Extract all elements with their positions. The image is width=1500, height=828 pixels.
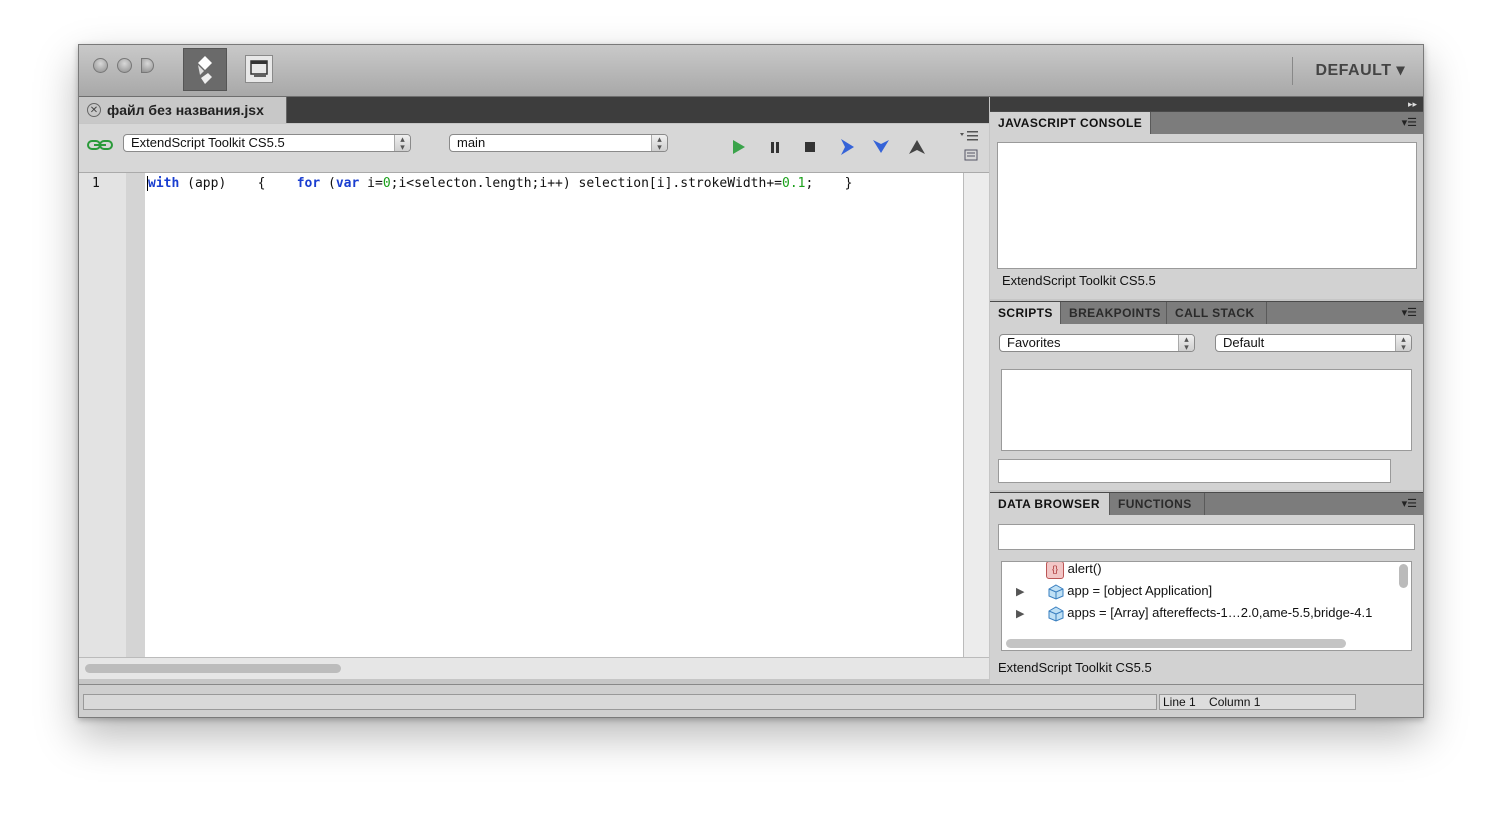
- target-app-value: ExtendScript Toolkit CS5.5: [131, 135, 285, 150]
- tab-call-stack[interactable]: CALL STACK: [1167, 302, 1267, 324]
- chevron-updown-icon: ▴ ▾: [394, 135, 410, 152]
- engine-select[interactable]: main ▴ ▾: [449, 134, 668, 152]
- panel-menu-icon[interactable]: ▾☰: [1402, 497, 1417, 510]
- tab-breakpoints[interactable]: BREAKPOINTS: [1061, 302, 1167, 324]
- panel-dock-header: ▸▸: [990, 97, 1423, 111]
- javascript-console-panel: JAVASCRIPT CONSOLE ▾☰ ExtendScript Toolk…: [990, 111, 1423, 299]
- status-line: Line 1: [1163, 695, 1196, 709]
- line-number-gutter: 1: [79, 173, 126, 657]
- object-icon: [1048, 583, 1064, 600]
- tree-vertical-scrollbar[interactable]: [1399, 564, 1408, 588]
- options-icon[interactable]: [964, 149, 978, 161]
- close-tab-icon[interactable]: ✕: [87, 103, 101, 117]
- chevron-updown-icon: ▴ ▾: [1178, 335, 1194, 352]
- status-message-field: [83, 694, 1157, 710]
- tree-horizontal-scrollbar[interactable]: [1006, 639, 1346, 648]
- code-token: ; }: [805, 176, 853, 191]
- code-token: var: [335, 176, 360, 191]
- step-out-icon[interactable]: [907, 137, 927, 157]
- window-mode-button[interactable]: [245, 55, 273, 83]
- window-icon: [250, 60, 268, 77]
- data-tabs: DATA BROWSER FUNCTIONS ▾☰: [990, 492, 1423, 515]
- scripts-panel: SCRIPTS BREAKPOINTS CALL STACK ▾☰ Favori…: [990, 301, 1423, 490]
- console-tabs: JAVASCRIPT CONSOLE ▾☰: [990, 111, 1423, 134]
- extendscript-logo-icon: [198, 56, 212, 84]
- code-token: for: [296, 176, 321, 191]
- code-token: 0.1: [782, 176, 806, 191]
- editor-vertical-scrollbar[interactable]: [963, 173, 989, 657]
- step-over-icon[interactable]: [837, 137, 857, 157]
- editor-horizontal-scrollbar[interactable]: [79, 657, 989, 679]
- data-browser-panel: DATA BROWSER FUNCTIONS ▾☰ {} alert() ▶ a…: [990, 492, 1423, 684]
- cursor-position: Line 1 Column 1: [1159, 694, 1356, 710]
- tab-scripts[interactable]: SCRIPTS: [990, 302, 1061, 324]
- target-app-select[interactable]: ExtendScript Toolkit CS5.5 ▴ ▾: [123, 134, 411, 152]
- code-token: with: [148, 176, 180, 191]
- step-into-icon[interactable]: [871, 137, 891, 157]
- tree-row-label: app = [object Application]: [1067, 583, 1213, 598]
- code-token: ;i<selecton.length;i++) selection[i].str…: [390, 176, 782, 191]
- favorites-select[interactable]: Favorites ▴ ▾: [999, 334, 1195, 352]
- tab-javascript-console[interactable]: JAVASCRIPT CONSOLE: [990, 112, 1152, 134]
- code-token: i=: [359, 176, 383, 191]
- chevron-updown-icon: ▴ ▾: [1395, 335, 1411, 352]
- data-tree[interactable]: {} alert() ▶ app = [object Application] …: [1001, 561, 1412, 651]
- code-token: (app) {: [179, 176, 297, 191]
- code-token: 0: [382, 176, 391, 191]
- code-token: (: [320, 176, 336, 191]
- data-browser-status: ExtendScript Toolkit CS5.5: [998, 660, 1152, 675]
- status-column: Column 1: [1209, 695, 1261, 709]
- code-line[interactable]: with (app) { for (var i=0;i<selecton.len…: [147, 174, 852, 194]
- app-logo-button[interactable]: [183, 48, 227, 91]
- console-output[interactable]: [997, 142, 1417, 269]
- console-status: ExtendScript Toolkit CS5.5: [1002, 273, 1156, 288]
- default-value: Default: [1223, 335, 1265, 350]
- document-tab-strip: ✕ файл без названия.jsx: [79, 97, 989, 123]
- scripts-list[interactable]: [1001, 369, 1412, 451]
- favorites-value: Favorites: [1007, 335, 1061, 350]
- close-window-button[interactable]: [93, 58, 108, 73]
- tab-data-browser[interactable]: DATA BROWSER: [990, 493, 1110, 515]
- function-icon: {}: [1046, 562, 1064, 579]
- app-window: DEFAULT ▾ ✕ файл без названия.jsx Extend…: [78, 44, 1424, 718]
- stop-icon[interactable]: [801, 138, 819, 156]
- status-bar: Line 1 Column 1: [79, 684, 1423, 717]
- workspace-divider: [1292, 57, 1293, 85]
- chevron-updown-icon: ▴ ▾: [651, 135, 667, 152]
- pause-icon[interactable]: [766, 138, 784, 156]
- minimize-window-button[interactable]: [117, 58, 132, 73]
- run-icon[interactable]: [729, 138, 747, 156]
- scrollbar-thumb[interactable]: [85, 664, 341, 673]
- tab-functions[interactable]: FUNCTIONS: [1110, 493, 1205, 515]
- breakpoint-margin[interactable]: [126, 173, 145, 657]
- document-filename: файл без названия.jsx: [107, 102, 264, 118]
- zoom-window-button[interactable]: [141, 58, 154, 73]
- scripts-tabs: SCRIPTS BREAKPOINTS CALL STACK ▾☰: [990, 301, 1423, 324]
- tree-row-label: apps = [Array] aftereffects-1…2.0,ame-5.…: [1067, 605, 1373, 620]
- engine-value: main: [457, 135, 486, 150]
- code-editor[interactable]: with (app) { for (var i=0;i<selecton.len…: [145, 173, 963, 657]
- scripts-filter-input[interactable]: [998, 459, 1391, 483]
- panel-menu-icon[interactable]: ▾☰: [1402, 306, 1417, 319]
- default-select[interactable]: Default ▴ ▾: [1215, 334, 1412, 352]
- editor-toolbar: ExtendScript Toolkit CS5.5 ▴ ▾ main ▴ ▾: [79, 124, 989, 173]
- title-bar: DEFAULT ▾: [79, 45, 1423, 97]
- panel-menu-icon[interactable]: [959, 130, 979, 142]
- link-icon[interactable]: [87, 138, 113, 152]
- tree-row-label: alert(): [1067, 561, 1102, 576]
- document-tab[interactable]: ✕ файл без названия.jsx: [79, 97, 287, 123]
- tree-row[interactable]: {} alert(): [1046, 561, 1102, 579]
- expand-triangle-icon[interactable]: ▶: [1016, 582, 1034, 602]
- collapse-panels-icon[interactable]: ▸▸: [1408, 97, 1417, 111]
- tree-row[interactable]: ▶ apps = [Array] aftereffects-1…2.0,ame-…: [1016, 603, 1372, 623]
- panel-menu-icon[interactable]: ▾☰: [1402, 116, 1417, 129]
- workspace-switcher[interactable]: DEFAULT ▾: [1315, 60, 1405, 80]
- object-icon: [1048, 605, 1064, 622]
- tree-row[interactable]: ▶ app = [object Application]: [1016, 581, 1212, 601]
- expand-triangle-icon[interactable]: ▶: [1016, 604, 1034, 624]
- data-filter-input[interactable]: [998, 524, 1415, 550]
- line-number: 1: [92, 176, 100, 191]
